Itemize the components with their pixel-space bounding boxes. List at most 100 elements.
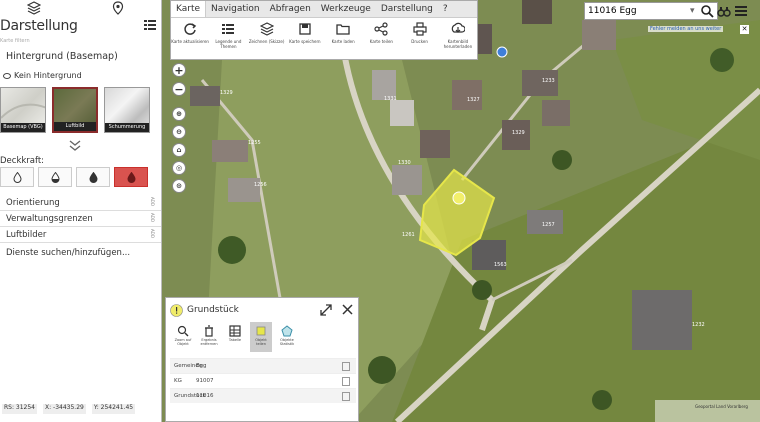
tool-label: Karte speichern xyxy=(289,39,321,44)
remove-result-button[interactable]: Ergebnis entfernen xyxy=(198,322,220,352)
download-image-button[interactable]: Kartenbild herunterladen xyxy=(439,22,477,49)
tool-label: Legende und Themen xyxy=(215,39,242,49)
tab-darstellung[interactable]: Darstellung xyxy=(376,1,438,17)
tab-werkzeuge[interactable]: Werkzeuge xyxy=(316,1,376,17)
zoom-to-object-button[interactable]: Zoom auf Objekt xyxy=(172,322,194,352)
zoom-box-icon[interactable]: ⊕ xyxy=(172,107,186,121)
share-object-button[interactable]: Objekt teilen xyxy=(250,322,272,352)
list-menu-icon[interactable] xyxy=(143,18,157,32)
expand-icon[interactable] xyxy=(320,304,332,316)
opacity-100-button[interactable] xyxy=(114,167,148,187)
x-readout: X: -34435.29 xyxy=(43,404,86,414)
home-icon[interactable]: ⌂ xyxy=(172,143,186,157)
layers-stack-icon[interactable] xyxy=(27,1,41,15)
address-search-box: ▾ xyxy=(584,2,718,20)
tool-label: Objekt teilen xyxy=(255,338,267,346)
object-statistics-button[interactable]: Objekte Statistik xyxy=(276,322,298,352)
parcel-label: 1256 xyxy=(254,182,267,188)
search-services-link[interactable]: Dienste suchen/hinzufügen... xyxy=(6,248,130,258)
parcel-label: 1257 xyxy=(542,222,555,228)
layer-label: Luftbilder xyxy=(6,230,47,240)
sidebar-title: Darstellung xyxy=(0,18,78,34)
share-map-button[interactable]: Karte teilen xyxy=(362,22,400,49)
print-button[interactable]: Drucken xyxy=(401,22,439,49)
opacity-25-button[interactable] xyxy=(0,167,34,187)
basemap-thumb-luftbild[interactable]: Luftbild xyxy=(52,87,98,133)
eye-icon xyxy=(3,72,11,79)
drop-full-icon xyxy=(126,171,136,183)
parcel-label: 1261 xyxy=(402,232,415,238)
layer-luftbilder[interactable]: Luftbilder ADD xyxy=(0,227,161,243)
drop-outline-icon xyxy=(12,171,22,183)
attr-key: Gemeinde xyxy=(174,363,203,369)
layer-side-tag: ADD xyxy=(150,213,155,222)
basemap-section-title: Hintergrund (Basemap) xyxy=(6,51,118,62)
chevron-double-down-icon[interactable] xyxy=(68,140,82,152)
geoportal-logo: Geoportal Land Vorarlberg xyxy=(655,400,760,422)
search-input[interactable] xyxy=(588,6,688,16)
parcel-label: 1232 xyxy=(692,322,705,328)
layer-icon xyxy=(256,326,266,336)
parcel-label: 1330 xyxy=(398,160,411,166)
parcel-label: 1233 xyxy=(542,78,555,84)
legend-icon xyxy=(222,24,235,34)
zoom-out-button[interactable]: − xyxy=(172,82,186,96)
tab-navigation[interactable]: Navigation xyxy=(206,1,265,17)
close-icon[interactable]: ✕ xyxy=(740,25,749,34)
save-icon xyxy=(299,23,311,35)
opacity-75-button[interactable] xyxy=(76,167,110,187)
copy-icon[interactable] xyxy=(342,361,350,371)
report-error-link[interactable]: Fehler melden an uns weiter xyxy=(648,26,724,32)
table-row: Gemeinde Egg xyxy=(170,358,356,373)
download-icon xyxy=(451,22,465,33)
tool-label: Ergebnis entfernen xyxy=(200,338,218,346)
layer-orientierung[interactable]: Orientierung ADD xyxy=(0,195,161,211)
map-pin-icon[interactable] xyxy=(111,1,125,15)
info-pin-icon xyxy=(170,303,183,317)
table-button[interactable]: Tabelle xyxy=(224,322,246,352)
locate-icon[interactable]: ◎ xyxy=(172,161,186,175)
no-background-option[interactable]: Kein Hintergrund xyxy=(3,71,82,80)
legend-button[interactable]: Legende und Themen xyxy=(209,22,247,49)
tab-abfragen[interactable]: Abfragen xyxy=(265,1,316,17)
layers-icon xyxy=(259,22,274,36)
panel-title: Grundstück xyxy=(187,305,239,315)
parcel-label: 1327 xyxy=(467,97,480,103)
attr-value: 91007 xyxy=(196,378,214,384)
copy-icon[interactable] xyxy=(342,391,350,401)
zoom-extent-icon[interactable]: ⊖ xyxy=(172,125,186,139)
table-icon xyxy=(229,325,241,337)
basemap-thumb-vbg[interactable]: Basemap (VBG) xyxy=(0,87,46,133)
zoom-in-button[interactable]: + xyxy=(172,63,186,77)
save-map-button[interactable]: Karte speichern xyxy=(286,22,324,49)
parcel-label: 1329 xyxy=(220,90,233,96)
attr-value: Egg xyxy=(196,363,207,369)
close-icon[interactable] xyxy=(341,303,354,316)
basemap-thumb-schummerung[interactable]: Schummerung xyxy=(104,87,150,133)
table-row: Grundstück 11016 xyxy=(170,388,356,403)
tab-help[interactable]: ? xyxy=(438,1,453,17)
tool-label: Kartenbild herunterladen xyxy=(443,39,473,49)
copy-icon[interactable] xyxy=(342,376,350,386)
tool-label: Karte aktualisieren xyxy=(171,39,209,44)
measure-icon[interactable]: ⊙ xyxy=(172,179,186,193)
tool-label: Zeichnen (Skizze) xyxy=(248,39,285,44)
opacity-50-button[interactable] xyxy=(38,167,72,187)
draw-sketch-button[interactable]: Zeichnen (Skizze) xyxy=(248,22,286,49)
layer-verwaltungsgrenzen[interactable]: Verwaltungsgrenzen ADD xyxy=(0,211,161,227)
zoom-icon xyxy=(177,325,189,337)
crs-readout: RS: 31254 xyxy=(2,404,37,414)
search-icon[interactable] xyxy=(700,4,714,18)
drop-half-icon xyxy=(50,171,60,183)
clear-search-icon[interactable]: ▾ xyxy=(690,6,695,16)
load-map-button[interactable]: Karte laden xyxy=(324,22,362,49)
binoculars-icon[interactable] xyxy=(717,4,731,18)
opacity-label: Deckkraft: xyxy=(0,156,45,166)
polygon-icon xyxy=(281,325,293,337)
refresh-map-button[interactable]: Karte aktualisieren xyxy=(171,22,209,49)
thumb-label: Schummerung xyxy=(105,123,149,132)
tab-karte[interactable]: Karte xyxy=(171,1,207,17)
share-icon xyxy=(374,22,388,36)
parcel-label: 1255 xyxy=(248,140,261,146)
hamburger-menu-icon[interactable] xyxy=(734,4,748,18)
